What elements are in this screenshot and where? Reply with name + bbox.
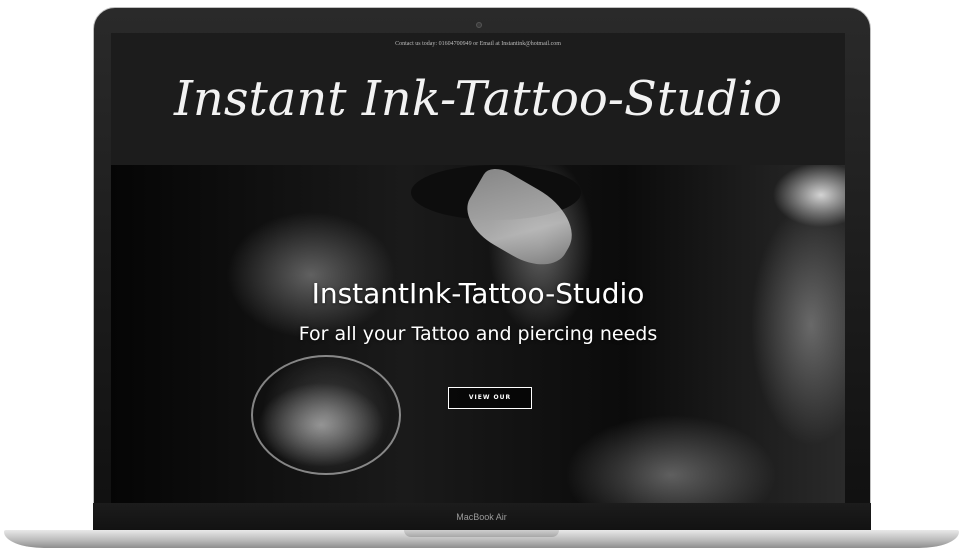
- laptop-opening-notch: [404, 530, 559, 537]
- laptop-brand-label: MacBook Air: [456, 512, 507, 522]
- view-our-button[interactable]: VIEW OUR: [448, 387, 532, 409]
- hero-section: InstantInk-Tattoo-Studio For all your Ta…: [111, 162, 845, 503]
- site-logo-title[interactable]: Instant Ink-Tattoo-Studio: [111, 71, 845, 127]
- hero-photo-shirt-logo: [251, 355, 401, 475]
- hero-subtitle: For all your Tattoo and piercing needs: [298, 323, 658, 345]
- site-header: Contact us today: 01604700949 or Email a…: [111, 33, 845, 165]
- contact-info: Contact us today: 01604700949 or Email a…: [395, 41, 561, 47]
- laptop-screen: Contact us today: 01604700949 or Email a…: [111, 33, 845, 503]
- camera-icon: [476, 22, 482, 28]
- hero-title: InstantInk-Tattoo-Studio: [311, 277, 645, 310]
